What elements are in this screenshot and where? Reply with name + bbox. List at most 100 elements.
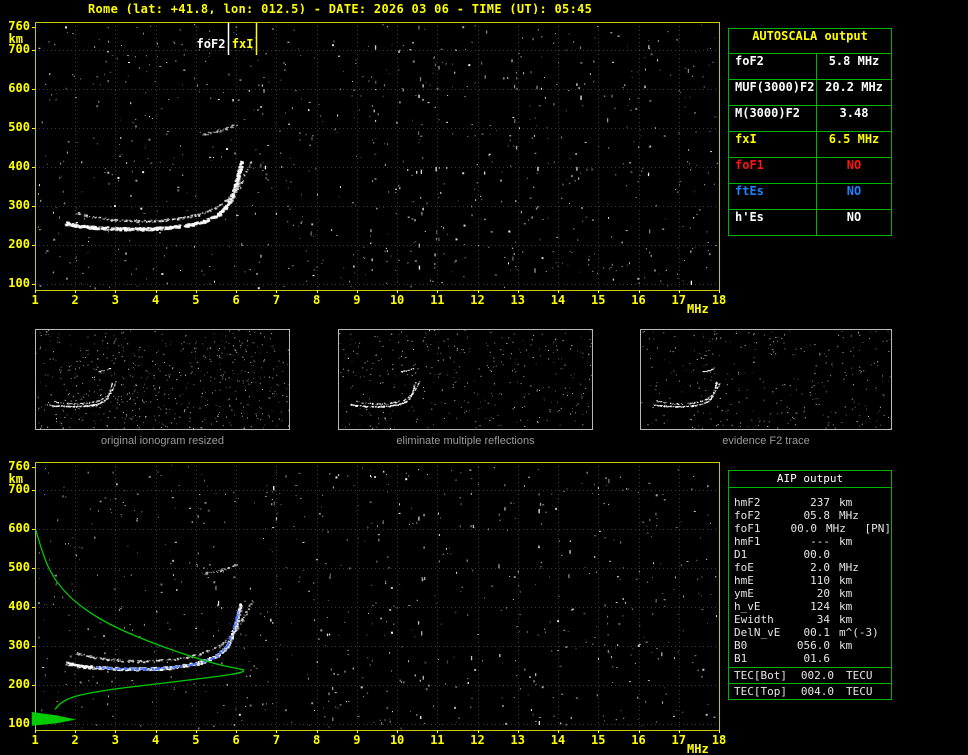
autoscala-row-foF1: foF1NO — [729, 158, 891, 184]
aip-row-hmF2: hmF2237km — [729, 496, 891, 509]
aip-row-hmE: hmE110km — [729, 574, 891, 587]
aip-name: foF2 — [729, 509, 794, 522]
aip-val: 01.6 — [794, 652, 830, 665]
aip-name: Ewidth — [729, 613, 794, 626]
aip-note — [879, 587, 891, 600]
aip-name: hmF1 — [729, 535, 794, 548]
autoscala-table-rows: foF25.8 MHzMUF(3000)F220.2 MHzM(3000)F23… — [729, 54, 891, 235]
autoscala-param-label: foF2 — [729, 54, 817, 79]
aip-row-D1: D100.0 — [729, 548, 891, 561]
aip-table-rows: hmF2237kmfoF205.8MHzfoF100.0MHz[PN]hmF1-… — [729, 488, 891, 667]
autoscala-row-foF2: foF25.8 MHz — [729, 54, 891, 80]
autoscala-param-value: 5.8 MHz — [817, 54, 891, 79]
autoscala-param-value: 3.48 — [817, 106, 891, 131]
autoscala-row-h'Es: h'EsNO — [729, 210, 891, 235]
aip-row-ymE: ymE20km — [729, 587, 891, 600]
thumbnail-caption-original: original ionogram resized — [35, 435, 290, 447]
aip-row-h_vE: h_vE124km — [729, 600, 891, 613]
aip-note — [879, 626, 891, 639]
autoscala-param-value: NO — [817, 210, 891, 235]
autoscala-param-value: NO — [817, 158, 891, 183]
aip-val: 05.8 — [794, 509, 830, 522]
autoscala-row-ftEs: ftEsNO — [729, 184, 891, 210]
aip-note — [879, 509, 891, 522]
autoscala-row-MUF(3000)F2: MUF(3000)F220.2 MHz — [729, 80, 891, 106]
aip-name: foF1 — [729, 522, 786, 535]
aip-val: 00.1 — [794, 626, 830, 639]
aip-row-TEC[Bot]: TEC[Bot]002.0TECU — [729, 667, 891, 683]
aip-note — [879, 652, 891, 665]
aip-name: D1 — [729, 548, 794, 561]
autoscala-param-value: 6.5 MHz — [817, 132, 891, 157]
autoscala-output-table: AUTOSCALA output foF25.8 MHzMUF(3000)F22… — [728, 28, 892, 236]
autoscala-app-window: Rome (lat: +41.8, lon: 012.5) - DATE: 20… — [0, 0, 968, 755]
aip-unit — [830, 652, 879, 665]
aip-val: 00.0 — [786, 522, 817, 535]
tec-unit: TECU — [834, 684, 891, 699]
aip-note — [879, 574, 891, 587]
aip-name: foE — [729, 561, 794, 574]
aip-row-hmF1: hmF1---km — [729, 535, 891, 548]
thumbnail-f2-trace — [640, 329, 892, 430]
aip-name: h_vE — [729, 600, 794, 613]
autoscala-param-label: h'Es — [729, 210, 817, 235]
aip-table-title: AIP output — [729, 471, 891, 488]
autoscala-param-value: NO — [817, 184, 891, 209]
aip-note — [879, 600, 891, 613]
aip-row-foF1: foF100.0MHz[PN] — [729, 522, 891, 535]
aip-val: 237 — [794, 496, 830, 509]
tec-unit: TECU — [834, 668, 891, 683]
top-ionogram-plot — [0, 14, 730, 322]
thumbnail-f2-trace-canvas — [641, 330, 891, 429]
aip-unit: km — [830, 639, 879, 652]
aip-unit: km — [830, 600, 879, 613]
aip-row-foF2: foF205.8MHz — [729, 509, 891, 522]
aip-val: 124 — [794, 600, 830, 613]
aip-row-B0: B0056.0km — [729, 639, 891, 652]
aip-unit — [830, 548, 879, 561]
aip-unit: MHz — [817, 522, 861, 535]
tec-name: TEC[Bot] — [729, 668, 800, 683]
aip-name: DelN_vE — [729, 626, 794, 639]
aip-unit: km — [830, 496, 879, 509]
thumbnail-original-ionogram-canvas — [36, 330, 289, 429]
aip-name: B1 — [729, 652, 794, 665]
aip-val: 20 — [794, 587, 830, 600]
aip-row-Ewidth: Ewidth34km — [729, 613, 891, 626]
tec-name: TEC[Top] — [729, 684, 800, 699]
autoscala-param-label: foF1 — [729, 158, 817, 183]
aip-unit: km — [830, 587, 879, 600]
aip-unit: km — [830, 535, 879, 548]
aip-unit: km — [830, 613, 879, 626]
aip-note — [879, 639, 891, 652]
aip-unit: m^(-3) — [830, 626, 879, 639]
aip-unit: km — [830, 574, 879, 587]
autoscala-row-M(3000)F2: M(3000)F23.48 — [729, 106, 891, 132]
aip-val: --- — [794, 535, 830, 548]
autoscala-param-label: MUF(3000)F2 — [729, 80, 817, 105]
autoscala-param-label: fxI — [729, 132, 817, 157]
aip-row-DelN_vE: DelN_vE00.1m^(-3) — [729, 626, 891, 639]
aip-unit: MHz — [830, 509, 879, 522]
aip-output-table: AIP output hmF2237kmfoF205.8MHzfoF100.0M… — [728, 470, 892, 700]
bottom-ionogram-plot — [0, 452, 730, 755]
autoscala-param-value: 20.2 MHz — [817, 80, 891, 105]
aip-val: 34 — [794, 613, 830, 626]
thumbnail-caption-reflections: eliminate multiple reflections — [338, 435, 593, 447]
tec-val: 004.0 — [800, 684, 834, 699]
aip-note: [PN] — [861, 522, 892, 535]
thumbnail-multiple-reflections — [338, 329, 593, 430]
aip-note — [879, 613, 891, 626]
aip-name: hmF2 — [729, 496, 794, 509]
aip-note — [879, 548, 891, 561]
aip-val: 00.0 — [794, 548, 830, 561]
aip-row-B1: B101.6 — [729, 652, 891, 665]
thumbnail-caption-f2-trace: evidence F2 trace — [640, 435, 892, 447]
aip-val: 056.0 — [794, 639, 830, 652]
autoscala-param-label: ftEs — [729, 184, 817, 209]
aip-val: 2.0 — [794, 561, 830, 574]
aip-note — [879, 535, 891, 548]
aip-row-foE: foE2.0MHz — [729, 561, 891, 574]
aip-unit: MHz — [830, 561, 879, 574]
tec-val: 002.0 — [800, 668, 834, 683]
